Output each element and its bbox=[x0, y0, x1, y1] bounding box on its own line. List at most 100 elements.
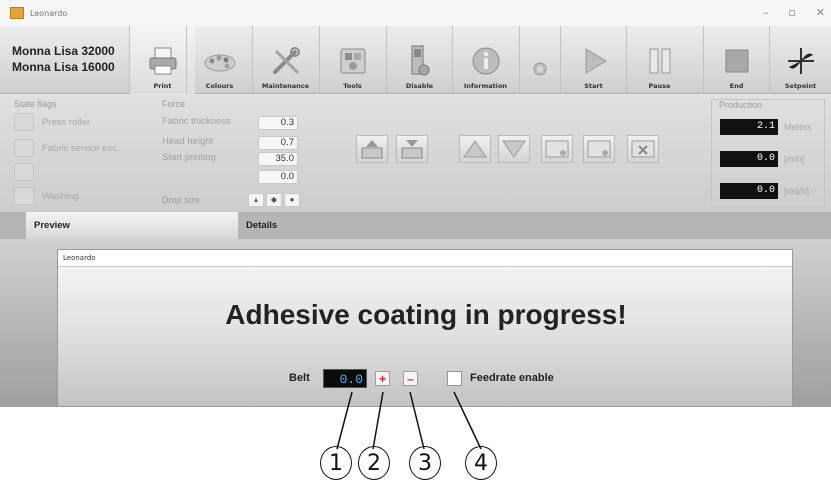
plus-icon: + bbox=[378, 371, 386, 386]
callout-ring bbox=[320, 446, 352, 480]
callout-ring bbox=[465, 446, 497, 480]
tab-preview[interactable]: Preview bbox=[26, 212, 238, 239]
stop-icon bbox=[720, 44, 754, 78]
toolbar-label: Print bbox=[153, 82, 172, 90]
start-printing-field[interactable]: 35.0 bbox=[258, 152, 298, 166]
drop-small-button[interactable]: ▴ bbox=[248, 193, 264, 207]
force-label: Head height bbox=[162, 136, 214, 147]
toolbar: Monna Lisa 32000 Monna Lisa 16000 Print … bbox=[0, 26, 831, 94]
tray-up-icon bbox=[361, 140, 383, 159]
toolbar-label: Information bbox=[463, 82, 508, 90]
end-button[interactable]: End bbox=[703, 26, 769, 94]
toolbar-label: Tools bbox=[343, 82, 362, 90]
force-label: Start printing bbox=[162, 152, 216, 163]
head-clean-icon bbox=[545, 140, 569, 158]
flag-indicator bbox=[14, 187, 34, 205]
callout-ring bbox=[409, 446, 441, 480]
app-logo-icon bbox=[10, 7, 24, 19]
minus-icon: – bbox=[407, 371, 414, 386]
sqm-per-hour-value: 0.0 bbox=[720, 183, 778, 199]
head-cancel-icon bbox=[631, 140, 655, 158]
window-controls: – ▫ ✕ bbox=[763, 6, 825, 19]
tools-button[interactable]: Tools bbox=[319, 26, 385, 94]
tools-icon bbox=[336, 44, 370, 78]
minimize-button[interactable]: – bbox=[763, 6, 769, 19]
force-label: Fabric thickness bbox=[162, 116, 231, 127]
play-icon bbox=[577, 44, 611, 78]
head-purge-button[interactable] bbox=[583, 135, 615, 163]
setpoint-button[interactable]: Setpoint bbox=[769, 26, 831, 94]
tab-bar: Preview Details bbox=[0, 212, 831, 239]
triangle-up-icon bbox=[463, 140, 487, 158]
belt-decrease-button[interactable]: – bbox=[403, 371, 418, 386]
flag-label: Washing bbox=[42, 190, 79, 202]
fabric-thickness-field[interactable]: 0.3 bbox=[258, 116, 298, 130]
force-row: 0.0 bbox=[162, 170, 302, 186]
toolbar-label: Start bbox=[584, 82, 603, 90]
head-purge-icon bbox=[587, 140, 611, 158]
toolbar-label: Maintenance bbox=[261, 82, 310, 90]
toolbar-label: Disable bbox=[405, 82, 434, 90]
info-icon bbox=[469, 44, 503, 78]
callout-ring bbox=[358, 446, 390, 480]
head-clean-button[interactable] bbox=[541, 135, 573, 163]
progress-message: Adhesive coating in progress! bbox=[225, 299, 627, 330]
force-value-field[interactable]: 0.0 bbox=[258, 170, 298, 184]
meters-per-hour-unit: [m/h] bbox=[784, 154, 805, 164]
meters-value: 2.1 bbox=[720, 119, 778, 135]
wrench-icon bbox=[269, 44, 303, 78]
sqm-per-hour-unit: [mq/h] bbox=[784, 186, 810, 196]
head-cancel-button[interactable] bbox=[627, 135, 659, 163]
belt-label: Belt bbox=[289, 372, 310, 384]
disable-button[interactable]: Disable bbox=[386, 26, 452, 94]
flag-indicator bbox=[14, 113, 34, 131]
meters-per-hour-value: 0.0 bbox=[720, 151, 778, 167]
flag-label: Press roller bbox=[42, 116, 91, 128]
printer-icon bbox=[146, 44, 180, 78]
title-bar: Leonardo – ▫ ✕ bbox=[0, 0, 831, 26]
state-flags-title: State flags bbox=[14, 99, 57, 109]
maximize-button[interactable]: ▫ bbox=[788, 6, 795, 19]
pause-button[interactable]: Pause bbox=[626, 26, 692, 94]
start-button[interactable]: Start bbox=[560, 26, 626, 94]
machine-name: Monna Lisa 16000 bbox=[12, 60, 115, 74]
callout-3: 3 bbox=[409, 446, 441, 480]
information-button[interactable]: Information bbox=[452, 26, 518, 94]
force-row: Fabric thickness 0.3 bbox=[162, 116, 302, 132]
feedrate-enable-checkbox[interactable] bbox=[447, 371, 462, 386]
maintenance-button[interactable]: Maintenance bbox=[252, 26, 318, 94]
unload-button[interactable] bbox=[396, 135, 428, 163]
colours-icon bbox=[203, 44, 237, 78]
app-window: Leonardo – ▫ ✕ Monna Lisa 32000 Monna Li… bbox=[0, 0, 831, 407]
drop-medium-button[interactable]: ◆ bbox=[266, 193, 282, 207]
parameters-panel: State flags Press roller Fabric sensor e… bbox=[0, 95, 831, 212]
disable-icon bbox=[403, 44, 437, 78]
force-title: Force bbox=[162, 99, 186, 109]
preview-area: Leonardo Adhesive coating in progress! B… bbox=[0, 239, 831, 407]
toolbar-label: Setpoint bbox=[784, 82, 817, 90]
progress-dialog: Leonardo Adhesive coating in progress! B… bbox=[57, 249, 793, 407]
status-dot-icon bbox=[523, 52, 557, 86]
head-height-field[interactable]: 0.7 bbox=[258, 136, 298, 150]
machine-list: Monna Lisa 32000 Monna Lisa 16000 bbox=[12, 43, 115, 75]
colours-button[interactable]: Colours bbox=[186, 26, 252, 94]
move-down-button[interactable] bbox=[498, 135, 530, 163]
state-flag bbox=[14, 163, 42, 181]
toolbar-label: Pause bbox=[648, 82, 671, 90]
drop-large-button[interactable]: ● bbox=[284, 193, 300, 207]
belt-value-field[interactable]: 0.0 bbox=[323, 369, 367, 388]
state-flag: Washing bbox=[14, 187, 79, 205]
callout-1: 1 bbox=[320, 446, 352, 480]
callout-2: 2 bbox=[358, 446, 390, 480]
load-button[interactable] bbox=[356, 135, 388, 163]
move-up-button[interactable] bbox=[459, 135, 491, 163]
feedrate-enable-label: Feedrate enable bbox=[470, 372, 554, 384]
force-row: Start printing 35.0 bbox=[162, 152, 302, 168]
tab-details[interactable]: Details bbox=[238, 212, 831, 239]
flag-indicator bbox=[14, 139, 34, 157]
belt-increase-button[interactable]: + bbox=[375, 371, 390, 386]
flag-label: Fabric sensor exc. bbox=[42, 142, 120, 154]
toolbar-label: End bbox=[729, 82, 744, 90]
close-button[interactable]: ✕ bbox=[816, 6, 825, 19]
tray-down-icon bbox=[401, 140, 423, 159]
